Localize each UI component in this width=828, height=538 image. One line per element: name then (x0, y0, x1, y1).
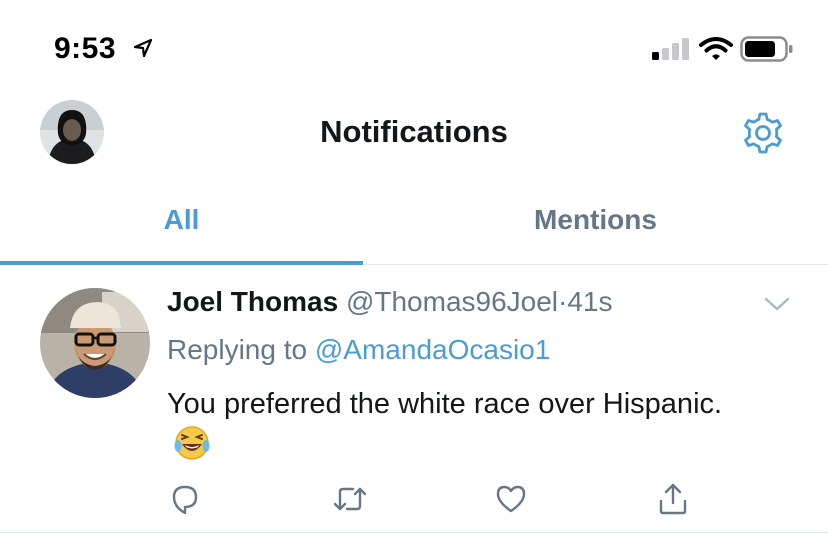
battery-icon (740, 36, 793, 62)
page-title: Notifications (320, 114, 508, 149)
active-tab-indicator (0, 261, 363, 265)
author-name[interactable]: Joel Thomas (167, 286, 338, 317)
status-time: 9:53 (54, 32, 117, 65)
wifi-icon (699, 37, 733, 60)
tweet-divider (0, 532, 828, 533)
laughing-emoji (174, 426, 210, 460)
location-arrow-icon (133, 38, 153, 58)
share-icon[interactable] (656, 482, 690, 516)
replying-to-label: Replying to (167, 334, 308, 365)
reply-mention-link[interactable]: @AmandaOcasio1 (315, 334, 550, 365)
tweet-header: Joel Thomas @Thomas96Joel·41s (167, 286, 613, 318)
reply-icon[interactable] (168, 482, 202, 516)
like-icon[interactable] (494, 482, 528, 516)
author-photo (40, 288, 150, 398)
replying-to-line: Replying to @AmandaOcasio1 (167, 334, 550, 366)
tweet-time: 41s (567, 286, 613, 317)
tab-mentions[interactable]: Mentions (363, 198, 828, 264)
tab-all-label: All (163, 204, 200, 235)
chevron-down-icon[interactable] (764, 296, 790, 312)
tab-all[interactable]: All (0, 198, 363, 264)
cellular-signal-icon (652, 38, 689, 60)
author-avatar[interactable] (40, 288, 150, 398)
gear-icon[interactable] (740, 110, 786, 156)
tweet-body: You preferred the white race over Hispan… (167, 388, 723, 420)
author-handle: @Thomas96Joel (345, 286, 559, 317)
tweet-text: You preferred the white race over Hispan… (167, 384, 727, 465)
tab-mentions-label: Mentions (534, 204, 657, 235)
retweet-icon[interactable] (331, 482, 369, 516)
separator-dot: · (558, 286, 568, 317)
